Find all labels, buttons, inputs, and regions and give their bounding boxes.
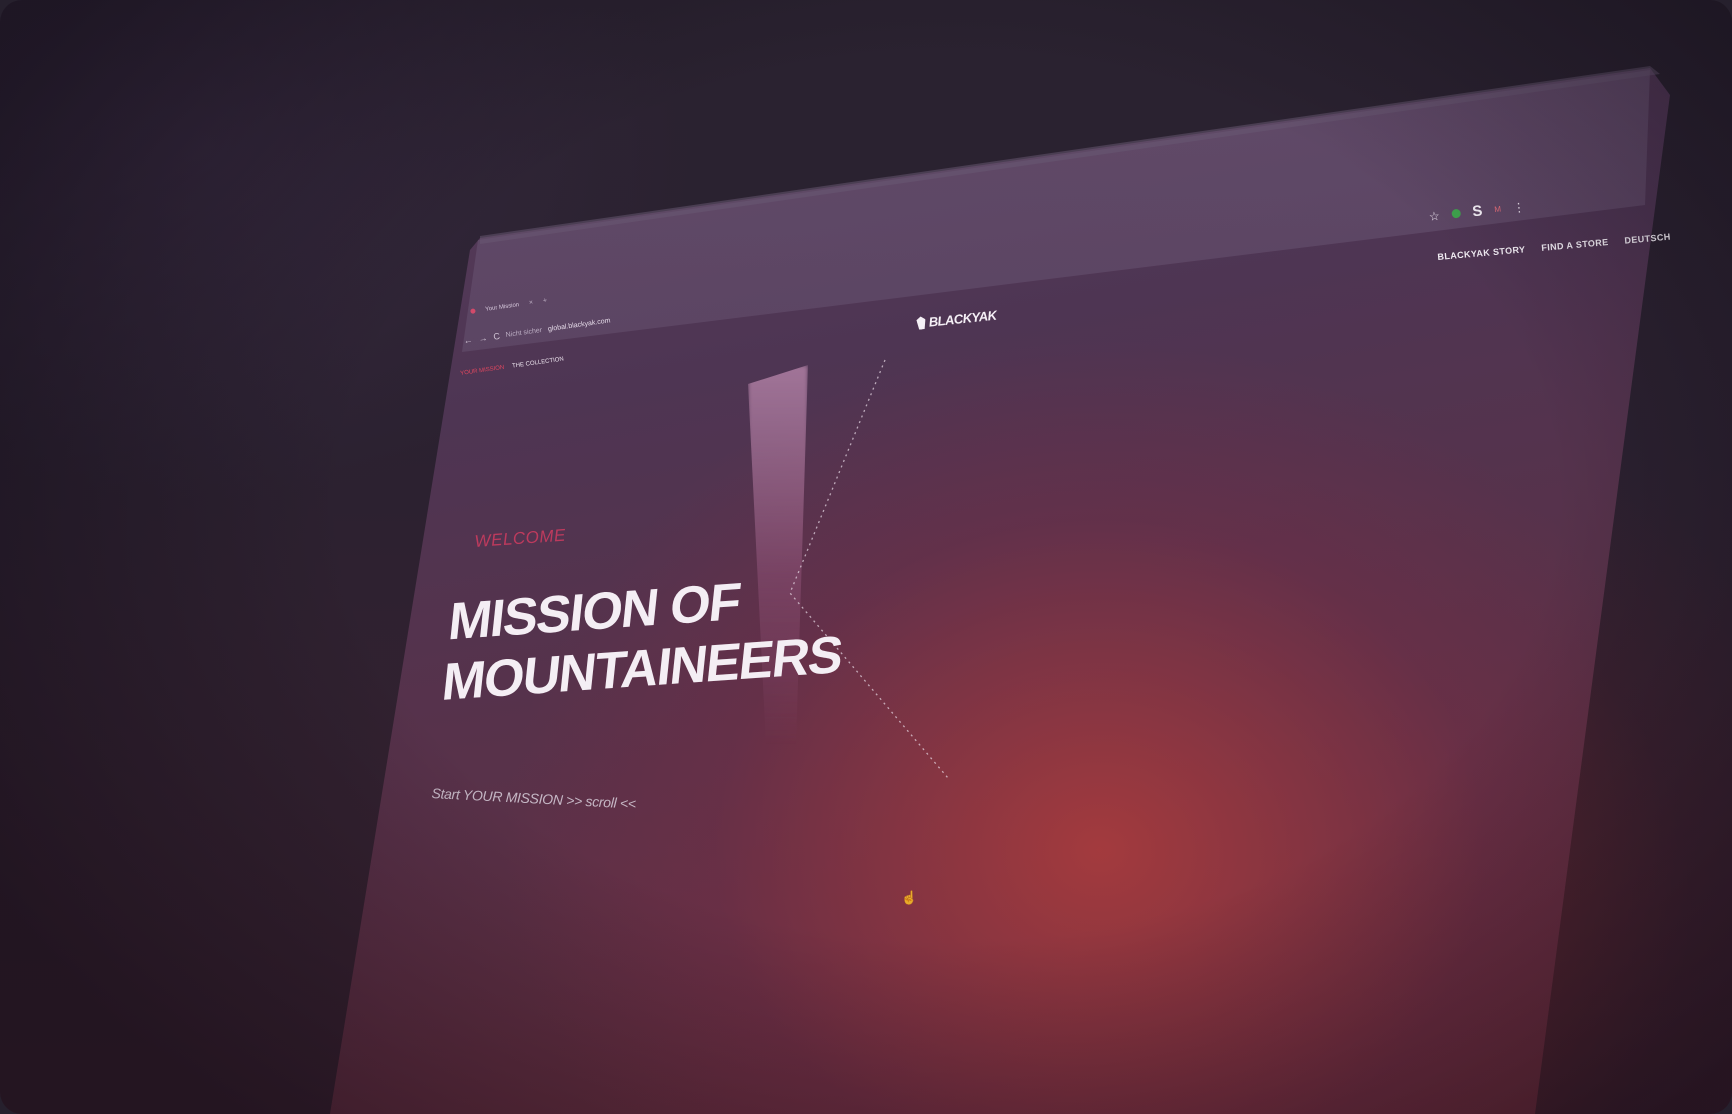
- extension-s-icon[interactable]: S: [1472, 202, 1484, 220]
- bookmark-star-icon[interactable]: ☆: [1428, 208, 1440, 223]
- tab-close-icon[interactable]: ×: [529, 299, 534, 307]
- extension-green-icon[interactable]: [1451, 208, 1461, 219]
- tab-favicon-icon: [470, 308, 476, 314]
- reload-icon[interactable]: C: [493, 331, 501, 342]
- mouse-cursor-icon: ☝: [901, 890, 918, 905]
- forward-arrow-icon[interactable]: →: [478, 333, 488, 344]
- back-arrow-icon[interactable]: ←: [463, 335, 473, 346]
- menu-dots-icon[interactable]: ⋮: [1512, 199, 1525, 214]
- new-tab-icon[interactable]: +: [543, 297, 548, 305]
- profile-icon[interactable]: M: [1494, 204, 1502, 214]
- logo-shield-icon: [916, 316, 926, 330]
